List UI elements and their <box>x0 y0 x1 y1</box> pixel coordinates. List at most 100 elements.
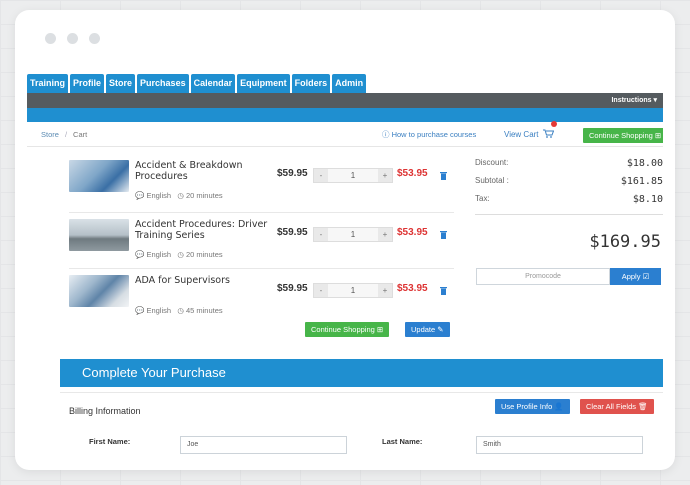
complete-purchase-header: Complete Your Purchase <box>60 359 663 387</box>
increment-button[interactable]: + <box>378 284 392 297</box>
update-label: Update <box>411 325 436 334</box>
tax-label: Tax: <box>475 194 490 203</box>
subtotal-label: Subtotal : <box>475 176 509 185</box>
tab-store[interactable]: Store <box>106 74 136 93</box>
clock-icon: ◷ <box>177 191 184 200</box>
clear-fields-label: Clear All Fields <box>586 402 637 411</box>
cart-icon: ⊞ <box>376 325 384 334</box>
clear-all-fields-button[interactable]: Clear All Fields 🗑 <box>580 399 654 414</box>
trash-icon: 🗑 <box>638 402 648 411</box>
line-total: $53.95 <box>397 283 428 294</box>
course-language: English <box>146 250 172 259</box>
tab-calendar[interactable]: Calendar <box>190 74 236 93</box>
promocode-input[interactable]: Promocode <box>476 268 610 285</box>
increment-button[interactable]: + <box>378 228 392 241</box>
continue-shopping-label: Continue Shopping <box>589 131 653 140</box>
breadcrumb-current: Cart <box>73 130 88 139</box>
item-divider <box>69 212 454 213</box>
course-language: English <box>146 191 172 200</box>
increment-button[interactable]: + <box>378 169 392 182</box>
toolbar-divider <box>27 146 663 147</box>
decrement-button[interactable]: - <box>314 228 328 241</box>
how-to-purchase-link[interactable]: ⓘ How to purchase courses <box>382 124 476 146</box>
toolbar-row: Store / Cart ⓘ How to purchase courses Vie… <box>27 121 663 146</box>
header-strip <box>27 108 663 122</box>
browser-titlebar <box>15 10 675 62</box>
tab-folders[interactable]: Folders <box>291 74 331 93</box>
course-thumbnail <box>69 275 129 307</box>
clock-icon: ◷ <box>177 306 184 315</box>
course-meta: 💬 English ◷ 20 minutes <box>135 250 223 259</box>
breadcrumb-separator: / <box>64 130 68 139</box>
user-icon: 👤 <box>554 402 564 411</box>
continue-shopping-button[interactable]: Continue Shopping ⊞ <box>305 322 390 337</box>
line-total: $53.95 <box>397 227 428 238</box>
item-divider <box>69 268 454 269</box>
trash-icon[interactable] <box>440 286 447 295</box>
quantity-stepper: - 1 + <box>313 227 393 242</box>
use-profile-label: Use Profile Info <box>501 402 553 411</box>
instructions-toggle[interactable]: Instructions ▾ <box>611 93 657 108</box>
instructions-bar: Instructions ▾ <box>27 93 663 108</box>
tab-profile[interactable]: Profile <box>70 74 105 93</box>
instructions-label: Instructions <box>611 97 652 104</box>
quantity-input[interactable]: 1 <box>328 284 378 297</box>
course-title[interactable]: ADA for Supervisors <box>135 275 275 286</box>
window-dot-icon <box>45 33 56 44</box>
tax-value: $8.10 <box>632 194 663 205</box>
use-profile-info-button[interactable]: Use Profile Info 👤 <box>495 399 570 414</box>
tab-purchases[interactable]: Purchases <box>137 74 189 93</box>
quantity-stepper: - 1 + <box>313 283 393 298</box>
line-total: $53.95 <box>397 168 428 179</box>
cart-badge <box>550 121 557 127</box>
cart-item: ADA for Supervisors 💬 English ◷ 45 minut… <box>55 273 455 325</box>
discount-value: $18.00 <box>626 158 663 169</box>
course-title[interactable]: Accident & Breakdown Procedures <box>135 160 275 182</box>
info-icon: ⓘ <box>382 130 392 139</box>
course-language: English <box>146 306 172 315</box>
course-thumbnail <box>69 219 129 251</box>
update-button[interactable]: Update ✎ <box>405 322 450 337</box>
trash-icon[interactable] <box>440 171 447 180</box>
unit-price: $59.95 <box>277 168 308 179</box>
apply-label: Apply <box>621 272 641 281</box>
last-name-label: Last Name: <box>382 437 423 446</box>
course-meta: 💬 English ◷ 45 minutes <box>135 306 223 315</box>
discount-label: Discount: <box>475 158 509 167</box>
tab-training[interactable]: Training <box>27 74 69 93</box>
cart-icon <box>542 121 557 138</box>
course-title[interactable]: Accident Procedures: Driver Training Ser… <box>135 219 275 241</box>
tax-row: Tax: $8.10 <box>475 194 663 212</box>
breadcrumb-store-link[interactable]: Store <box>41 130 59 139</box>
tab-equipment[interactable]: Equipment <box>237 74 290 93</box>
breadcrumb: Store / Cart <box>41 124 87 146</box>
language-icon: 💬 <box>135 250 145 259</box>
course-meta: 💬 English ◷ 20 minutes <box>135 191 223 200</box>
checkbox-icon: ☑ <box>642 272 650 281</box>
quantity-input[interactable]: 1 <box>328 169 378 182</box>
continue-shopping-button-top[interactable]: Continue Shopping ⊞ <box>583 128 663 143</box>
tab-admin[interactable]: Admin <box>332 74 367 93</box>
cart-item: Accident Procedures: Driver Training Ser… <box>55 217 455 269</box>
first-name-field[interactable]: Joe <box>180 436 347 454</box>
apply-button[interactable]: Apply ☑ <box>610 268 661 285</box>
view-cart-link[interactable]: View Cart <box>504 121 557 146</box>
first-name-label: First Name: <box>89 437 131 446</box>
language-icon: 💬 <box>135 306 145 315</box>
decrement-button[interactable]: - <box>314 284 328 297</box>
edit-icon: ✎ <box>437 325 444 334</box>
unit-price: $59.95 <box>277 283 308 294</box>
chevron-down-icon: ▾ <box>653 97 657 104</box>
last-name-field[interactable]: Smith <box>476 436 643 454</box>
store-app: Training Profile Store Purchases Calenda… <box>27 62 663 462</box>
course-duration: 45 minutes <box>185 306 223 315</box>
grand-total: $169.95 <box>589 232 661 252</box>
browser-window: Training Profile Store Purchases Calenda… <box>15 10 675 470</box>
language-icon: 💬 <box>135 191 145 200</box>
subtotal-row: Subtotal : $161.85 <box>475 176 663 194</box>
course-thumbnail <box>69 160 129 192</box>
decrement-button[interactable]: - <box>314 169 328 182</box>
trash-icon[interactable] <box>440 230 447 239</box>
quantity-input[interactable]: 1 <box>328 228 378 241</box>
order-summary: Discount: $18.00 Subtotal : $161.85 Tax:… <box>475 158 663 212</box>
